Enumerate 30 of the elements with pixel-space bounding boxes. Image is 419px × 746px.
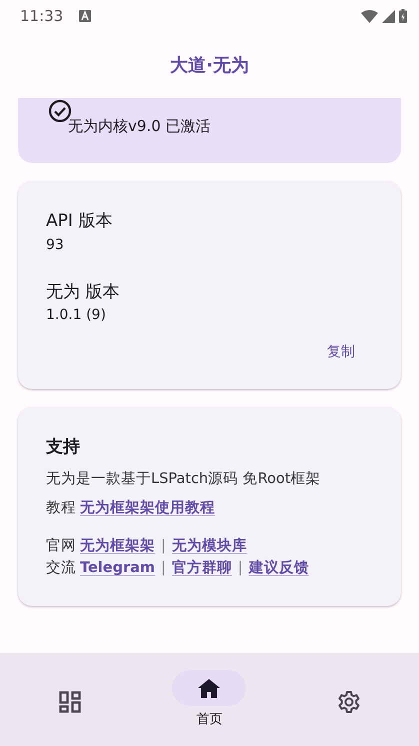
separator: |: [161, 558, 166, 578]
link[interactable]: 官方群聊: [172, 558, 232, 580]
link[interactable]: 无为框架架使用教程: [80, 498, 215, 520]
separator: |: [238, 558, 243, 578]
signal-icon: [382, 10, 395, 22]
info-label: 无为 版本: [46, 280, 120, 304]
copy-button[interactable]: 复制: [327, 342, 373, 364]
line-label: 官网: [46, 536, 76, 556]
info-value: 93: [46, 236, 65, 255]
settings-icon: [337, 690, 362, 714]
info-label: API 版本: [46, 210, 114, 234]
description-text: 无为是一款基于LSPatch源码 免Root框架: [46, 470, 322, 489]
status-text: 无为内核v9.0 已激活: [68, 116, 212, 137]
wifi-icon: [361, 10, 378, 22]
info-value: 1.0.1 (9): [46, 306, 107, 326]
link[interactable]: 无为模块库: [172, 536, 247, 558]
home-icon: [198, 678, 220, 698]
dashboard-icon: [58, 691, 81, 713]
link[interactable]: 无为框架架: [80, 536, 155, 558]
status-time: 11:33: [20, 6, 64, 27]
card-title: 支持: [46, 436, 81, 460]
link[interactable]: 建议反馈: [248, 558, 309, 580]
nav-item[interactable]: 首页: [149, 669, 270, 730]
app-title: 大道·无为: [170, 54, 249, 78]
line-label: 交流: [46, 558, 76, 578]
notification-icon: [79, 10, 92, 22]
line-label: 教程: [46, 499, 76, 518]
separator: |: [161, 537, 166, 556]
battery-icon: [399, 9, 407, 23]
link[interactable]: Telegram: [80, 558, 156, 580]
